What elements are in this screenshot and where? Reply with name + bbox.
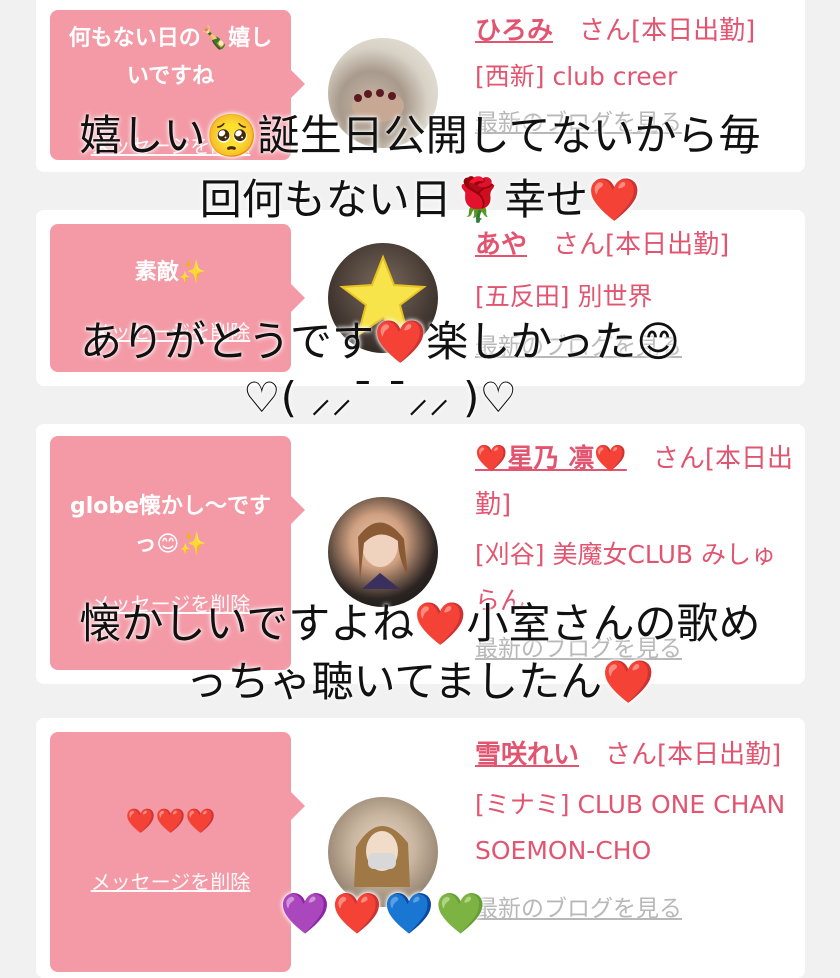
- status-text: さん[本日出勤]: [553, 230, 730, 260]
- girl-name-link[interactable]: 雪咲れい: [475, 740, 579, 770]
- girl-name-link[interactable]: あや: [475, 230, 527, 260]
- avatar[interactable]: [328, 497, 438, 607]
- girl-name-link[interactable]: ひろみ: [475, 16, 553, 46]
- girl-name-link[interactable]: ❤️星乃 凛❤️: [475, 444, 627, 474]
- portrait-photo-icon: [358, 522, 408, 589]
- overlay-hearts: 💜❤️💙💚: [280, 891, 488, 937]
- message-text: globe懐かし〜ですっ😊✨: [69, 494, 272, 557]
- overlay-caption: ありがとうです❤️楽しかった😊: [79, 317, 681, 366]
- overlay-caption: 回何もない日🌹幸せ❤️: [199, 175, 641, 224]
- message-text: ❤️❤️❤️: [125, 807, 216, 835]
- shop-name: [ミナミ] CLUB ONE CHAN SOEMON-CHO: [475, 790, 786, 865]
- overlay-caption: っちゃ聴いてましたん❤️: [185, 657, 655, 706]
- message-text: 素敵✨: [134, 260, 207, 285]
- overlay-caption: ♡( ⸝⸝¯ ¯⸝⸝ )♡: [242, 373, 518, 422]
- status-text: さん[本日出勤]: [605, 740, 782, 770]
- overlay-caption: 懐かしいですよね❤️小室さんの歌め: [79, 599, 761, 648]
- status-text: さん[本日出勤]: [579, 16, 756, 46]
- overlay-caption: 嬉しい🥺誕生日公開してないから毎: [79, 111, 761, 160]
- message-text: 何もない日の🍾嬉しいですね: [68, 26, 273, 89]
- shop-name: [西新] club creer: [475, 62, 678, 91]
